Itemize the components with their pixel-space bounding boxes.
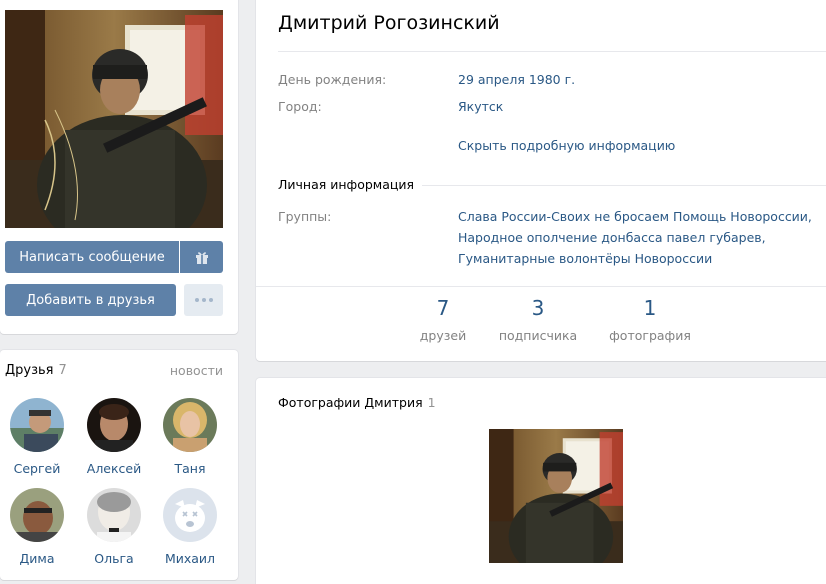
groups-label: Группы: <box>278 209 332 224</box>
photos-card: Фотографии Дмитрия 1 <box>256 378 826 584</box>
friend-name: Сергей <box>13 461 61 476</box>
more-actions-button[interactable] <box>184 284 223 316</box>
friends-counter[interactable]: 7 друзей <box>411 296 475 343</box>
group-link[interactable]: Слава России-Своих не бросаем Помощь Нов… <box>458 206 826 227</box>
birthday-label: День рождения: <box>278 72 387 87</box>
friend-name: Дима <box>19 551 55 566</box>
send-gift-button[interactable] <box>180 241 223 273</box>
photo-thumbnail[interactable] <box>489 429 623 563</box>
friends-card: Друзья 7 новости Сергей Алексей Таня Дим… <box>0 350 238 580</box>
profile-info-card: Дмитрий Рогозинский День рождения: 29 ап… <box>256 0 826 361</box>
friends-title: Друзья <box>5 363 54 378</box>
city-value[interactable]: Якутск <box>458 96 826 117</box>
friend-avatar <box>163 398 217 452</box>
city-label: Город: <box>278 99 322 114</box>
friend-item[interactable]: Таня <box>154 398 226 476</box>
add-friend-button[interactable]: Добавить в друзья <box>5 284 176 316</box>
friend-item[interactable]: Ольга <box>78 488 150 566</box>
friend-avatar <box>10 398 64 452</box>
photos-counter-number: 1 <box>643 296 657 320</box>
friend-avatar <box>10 488 64 542</box>
photos-header[interactable]: Фотографии Дмитрия 1 <box>278 395 436 410</box>
profile-name: Дмитрий Рогозинский <box>278 12 500 34</box>
friend-item[interactable]: Дима <box>1 488 73 566</box>
friend-avatar <box>87 398 141 452</box>
friend-avatar <box>87 488 141 542</box>
friends-count: 7 <box>58 363 67 378</box>
friends-news-link[interactable]: новости <box>170 363 223 378</box>
friend-name: Таня <box>174 461 206 476</box>
deactivated-avatar-icon <box>163 488 217 542</box>
groups-list: Слава России-Своих не бросаем Помощь Нов… <box>458 206 826 269</box>
send-message-button[interactable]: Написать сообщение <box>5 241 179 273</box>
friend-item[interactable]: Сергей <box>1 398 73 476</box>
profile-avatar[interactable] <box>5 10 223 228</box>
friend-item[interactable]: Алексей <box>78 398 150 476</box>
photos-counter-caption: фотография <box>609 328 691 343</box>
friend-name: Алексей <box>86 461 142 476</box>
profile-side-card: Написать сообщение Добавить в друзья <box>0 0 238 334</box>
more-dots-icon <box>194 298 213 302</box>
group-link[interactable]: Гуманитарные волонтёры Новороссии <box>458 248 826 269</box>
group-link[interactable]: Народное ополчение донбасса павел губаре… <box>458 227 826 248</box>
send-message-label: Написать сообщение <box>19 249 165 265</box>
divider <box>278 51 826 52</box>
friends-counter-caption: друзей <box>419 328 467 343</box>
followers-counter-number: 3 <box>531 296 545 320</box>
friends-counter-number: 7 <box>436 296 450 320</box>
hide-info-link[interactable]: Скрыть подробную информацию <box>458 135 826 156</box>
photos-title: Фотографии Дмитрия <box>278 395 423 410</box>
birthday-value[interactable]: 29 апреля 1980 г. <box>458 69 826 90</box>
add-friend-label: Добавить в друзья <box>26 292 155 308</box>
friends-title-link[interactable]: Друзья 7 <box>5 363 67 378</box>
followers-counter-caption: подписчика <box>498 328 578 343</box>
friend-item[interactable]: Михаил <box>154 488 226 566</box>
photos-count: 1 <box>427 395 436 410</box>
followers-counter[interactable]: 3 подписчика <box>494 296 582 343</box>
friends-header: Друзья 7 новости <box>5 363 223 378</box>
profile-counters: 7 друзей 3 подписчика 1 фотография <box>256 286 826 361</box>
friend-name: Михаил <box>164 551 216 566</box>
personal-info-heading: Личная информация <box>278 177 423 192</box>
gift-icon <box>195 252 208 264</box>
friend-name: Ольга <box>94 551 134 566</box>
photos-counter[interactable]: 1 фотография <box>602 296 698 343</box>
